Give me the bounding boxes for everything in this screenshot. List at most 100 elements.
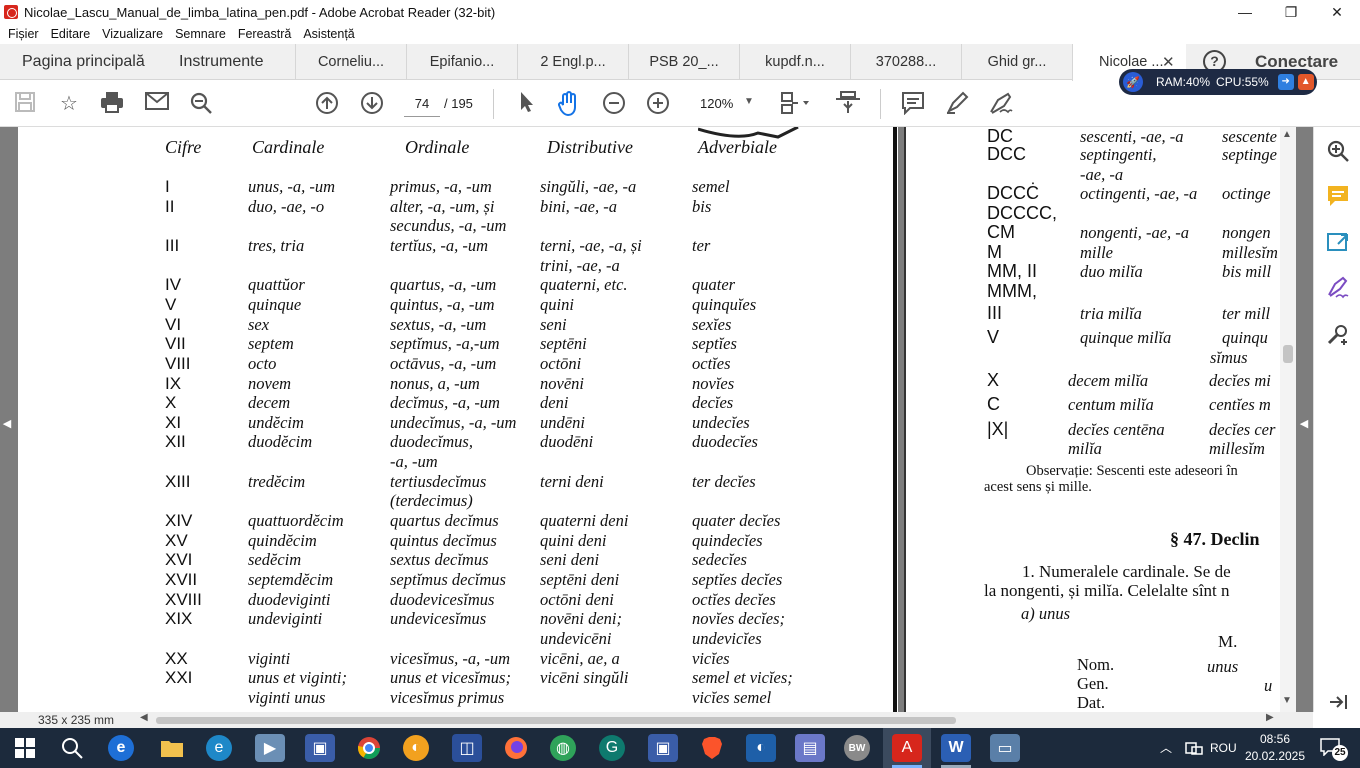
- numeral-cardinal: unus et viginti;: [248, 668, 347, 688]
- arrow-right-icon[interactable]: ➜: [1277, 74, 1294, 90]
- search-icon[interactable]: [188, 91, 214, 117]
- doc-tab-4[interactable]: PSB 20_...: [628, 44, 739, 80]
- page-layout-icon[interactable]: [780, 91, 809, 117]
- numeral-adverbial: quindecĭes: [692, 530, 763, 550]
- globe-app-icon[interactable]: ◍: [550, 735, 576, 761]
- maximize-button[interactable]: ❐: [1268, 0, 1314, 24]
- scroll-up-icon[interactable]: ▲: [1282, 129, 1292, 140]
- select-cursor-icon[interactable]: [513, 91, 539, 117]
- tray-chevron-icon[interactable]: ︿: [1160, 728, 1172, 768]
- fill-sign-pen-icon[interactable]: [1325, 276, 1351, 302]
- right-numeral-symbol: X: [987, 370, 1000, 390]
- next-page-icon[interactable]: [359, 91, 385, 117]
- archive-app-icon[interactable]: ▤: [795, 734, 825, 762]
- print-icon[interactable]: [99, 91, 125, 117]
- horizontal-scrollbar[interactable]: ◀ ▶: [140, 712, 1274, 725]
- scroll-down-icon[interactable]: ▼: [1282, 695, 1292, 706]
- email-icon[interactable]: [144, 91, 170, 117]
- menu-help[interactable]: Asistență: [303, 27, 354, 41]
- brave-browser-icon[interactable]: [697, 734, 727, 762]
- menu-edit[interactable]: Editare: [51, 27, 91, 41]
- zoom-out-icon[interactable]: [601, 91, 627, 117]
- numeral-ordinal: quartus, -a, -um: [390, 275, 497, 295]
- horizontal-scroll-thumb[interactable]: [156, 717, 956, 724]
- zoom-in-icon[interactable]: [645, 91, 671, 117]
- menu-sign[interactable]: Semnare: [175, 27, 226, 41]
- zoom-level[interactable]: 120%: [700, 96, 733, 111]
- bw-app-icon[interactable]: BW: [844, 735, 870, 761]
- chrome-browser-icon[interactable]: [354, 734, 384, 762]
- doc-tab-7[interactable]: Ghid gr...: [961, 44, 1072, 80]
- disk-app-icon[interactable]: ▣: [648, 734, 678, 762]
- comment-icon[interactable]: [900, 91, 926, 117]
- numeral-distributive: septēni: [540, 334, 587, 354]
- more-tools-icon[interactable]: [1325, 322, 1351, 348]
- doc-tab-2[interactable]: Epifanio...: [406, 44, 517, 80]
- right-numeral-cardinal: sescenti, -ae, -a: [1080, 127, 1184, 146]
- menu-window[interactable]: Fereastră: [238, 27, 292, 41]
- right-pane-toggle-icon[interactable]: ◀: [1297, 417, 1311, 435]
- tab-tools[interactable]: Instrumente: [179, 44, 263, 80]
- clock-date: 20.02.2025: [1244, 749, 1306, 763]
- comment-icon[interactable]: [1325, 184, 1351, 210]
- language-indicator[interactable]: ROU: [1210, 728, 1237, 768]
- observation-line-2: acest sens și mille.: [984, 479, 1092, 495]
- app-teal-icon[interactable]: G: [599, 735, 625, 761]
- save-disk-icon[interactable]: ▣: [305, 734, 335, 762]
- taskbar-clock[interactable]: 08:56 20.02.2025: [1244, 731, 1306, 765]
- bookmark-star-icon[interactable]: ☆: [56, 91, 82, 117]
- left-pane-toggle-icon[interactable]: ◀: [0, 417, 14, 435]
- numeral-adverbial: novĭes decĭes;: [692, 609, 785, 629]
- media-player-icon[interactable]: ▶: [255, 734, 285, 762]
- screenshot-app-icon[interactable]: ▭: [990, 734, 1020, 762]
- numeral-adverbial: quater: [692, 275, 736, 295]
- edge-browser-icon[interactable]: e: [206, 735, 232, 761]
- app-orange-icon[interactable]: ◐: [403, 735, 429, 761]
- internet-explorer-icon[interactable]: e: [108, 735, 134, 761]
- close-button[interactable]: ✕: [1314, 0, 1360, 24]
- system-monitor-widget[interactable]: 🚀 RAM:40% CPU:55% ➜ ▲: [1119, 69, 1317, 95]
- export-pdf-icon[interactable]: [1325, 230, 1351, 256]
- previous-page-icon[interactable]: [314, 91, 340, 117]
- app-blue-icon[interactable]: ◐: [746, 734, 776, 762]
- save-icon[interactable]: [12, 91, 38, 117]
- word-taskbar-icon[interactable]: W: [941, 734, 971, 762]
- scroll-left-icon[interactable]: ◀: [140, 712, 148, 723]
- highlight-pen-icon[interactable]: [944, 91, 970, 117]
- reader-app-icon[interactable]: ◫: [452, 734, 482, 762]
- zoom-dropdown-icon[interactable]: ▼: [744, 96, 754, 107]
- tab-home[interactable]: Pagina principală: [22, 44, 145, 80]
- minimize-button[interactable]: —: [1222, 0, 1268, 24]
- doc-tab-1[interactable]: Corneliu...: [295, 44, 406, 80]
- right-numeral-symbol: CM: [987, 222, 1015, 242]
- hand-tool-icon[interactable]: [556, 91, 582, 117]
- menu-view[interactable]: Vizualizare: [102, 27, 163, 41]
- numeral-cifre: XIV: [165, 511, 193, 531]
- zoom-search-icon[interactable]: [1325, 139, 1351, 165]
- acrobat-taskbar-icon[interactable]: A: [892, 734, 922, 762]
- numeral-cardinal: tres, tria: [248, 235, 305, 255]
- windows-start-icon[interactable]: [10, 734, 40, 762]
- numeral-cardinal: novem: [248, 373, 292, 393]
- doc-tab-3[interactable]: 2 Engl.p...: [517, 44, 628, 80]
- firefox-browser-icon[interactable]: [501, 734, 531, 762]
- menu-file[interactable]: Fișier: [8, 27, 39, 41]
- numeral-cifre: IX: [165, 373, 182, 393]
- numeral-distributive: duodēni: [540, 432, 594, 452]
- scroll-right-icon[interactable]: ▶: [1266, 712, 1274, 723]
- notification-center-icon[interactable]: 25: [1320, 738, 1348, 761]
- doc-tab-5[interactable]: kupdf.n...: [739, 44, 850, 80]
- numeral-cardinal: viginti: [248, 648, 291, 668]
- document-viewport[interactable]: ◀ Cifre Cardinale Ordinale Distributive …: [0, 127, 1313, 712]
- vertical-scrollbar[interactable]: ▲ ▼: [1280, 127, 1296, 712]
- fire-icon[interactable]: ▲: [1297, 74, 1314, 90]
- search-icon[interactable]: [57, 734, 87, 762]
- page-number-input[interactable]: [404, 91, 440, 117]
- doc-tab-6[interactable]: 370288...: [850, 44, 961, 80]
- scroll-thumb[interactable]: [1283, 345, 1293, 363]
- scroll-mode-icon[interactable]: [835, 91, 861, 117]
- network-icon[interactable]: [1185, 728, 1203, 768]
- file-explorer-icon[interactable]: [157, 734, 187, 762]
- fill-sign-icon[interactable]: [988, 91, 1014, 117]
- right-numeral-ordinal: septinge: [1222, 145, 1277, 164]
